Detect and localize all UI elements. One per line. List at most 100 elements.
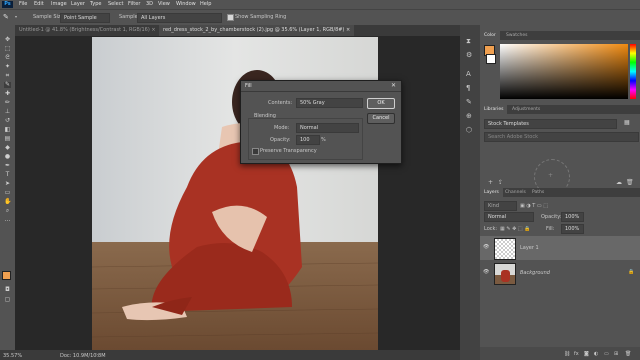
menu-image[interactable]: Image xyxy=(51,1,67,7)
opacity-input[interactable]: 100 xyxy=(296,135,320,145)
type-tool-icon[interactable]: T xyxy=(4,172,11,178)
zoom-level[interactable]: 35.57% xyxy=(3,353,22,359)
layer-style-icon[interactable]: fx xyxy=(574,351,579,357)
close-icon[interactable]: ✕ xyxy=(391,82,396,89)
eraser-tool-icon[interactable]: ◧ xyxy=(4,127,11,133)
gradient-tool-icon[interactable]: ▤ xyxy=(4,136,11,142)
background-swatch[interactable] xyxy=(486,54,496,64)
opacity-label: Opacity: xyxy=(270,137,291,143)
shape-tool-icon[interactable]: ▭ xyxy=(4,190,11,196)
library-grid-icon[interactable]: ▦ xyxy=(624,119,630,126)
dialog-title: Fill xyxy=(245,83,252,89)
layer-name[interactable]: Layer 1 xyxy=(520,245,539,251)
menu-help[interactable]: Help xyxy=(200,1,211,7)
paragraph-icon[interactable]: ¶ xyxy=(466,84,470,92)
library-search-input[interactable]: Search Adobe Stock xyxy=(484,132,639,142)
right-panels: Color Swatches Libraries Adjustments Sto… xyxy=(480,25,640,360)
menu-view[interactable]: View xyxy=(158,1,170,7)
lasso-tool-icon[interactable]: ᘓ xyxy=(4,55,11,61)
brush-tool-icon[interactable]: ✏ xyxy=(4,100,11,106)
eye-icon[interactable]: 👁 xyxy=(483,269,489,275)
show-sampling-ring-checkbox[interactable] xyxy=(227,14,234,21)
adjustment-layer-icon[interactable]: ◐ xyxy=(594,351,598,357)
crop-tool-icon[interactable]: ⌗ xyxy=(4,73,11,79)
history-icon[interactable]: ⧗ xyxy=(466,37,471,46)
history-brush-icon[interactable]: ↺ xyxy=(4,118,11,124)
link-layers-icon[interactable]: ⛓ xyxy=(564,351,570,357)
sample-select[interactable]: All Layers xyxy=(137,13,222,23)
layer-opacity-input[interactable]: 100% xyxy=(561,212,584,222)
contents-select[interactable]: 50% Gray xyxy=(296,98,363,108)
blur-tool-icon[interactable]: ◆ xyxy=(4,145,11,151)
upload-icon[interactable]: ⇪ xyxy=(498,179,503,186)
layer-name[interactable]: Background xyxy=(520,270,550,276)
tab-red-dress[interactable]: red_dress_stock_2_by_chamberstock (2).jp… xyxy=(159,25,355,36)
brush-settings-icon[interactable]: ✎ xyxy=(466,98,472,106)
clone-source-icon[interactable]: ⊕ xyxy=(466,112,472,120)
healing-brush-icon[interactable]: ✚ xyxy=(4,91,11,97)
color-field[interactable] xyxy=(500,44,628,99)
eye-icon[interactable]: 👁 xyxy=(483,244,489,250)
menu-3d[interactable]: 3D xyxy=(146,1,153,7)
pen-tool-icon[interactable]: ✒ xyxy=(4,163,11,169)
hue-slider[interactable] xyxy=(630,44,636,99)
screen-mode-icon[interactable]: ▢ xyxy=(4,297,11,303)
new-layer-icon[interactable]: ⊞ xyxy=(614,351,618,357)
menu-type[interactable]: Type xyxy=(90,1,101,7)
layer-mask-icon[interactable]: ◙ xyxy=(584,351,589,357)
tool-preset-chevron-icon[interactable]: ▾ xyxy=(15,14,17,19)
tab-swatches[interactable]: Swatches xyxy=(502,31,532,40)
mode-select[interactable]: Normal xyxy=(296,123,359,133)
fill-dialog: Fill ✕ Contents: 50% Gray OK Cancel Blen… xyxy=(240,80,402,164)
library-select[interactable]: Stock Templates xyxy=(484,119,617,129)
tab-color[interactable]: Color xyxy=(480,31,500,40)
properties-icon[interactable]: ⚙ xyxy=(466,51,472,59)
menu-filter[interactable]: Filter xyxy=(128,1,140,7)
cancel-button[interactable]: Cancel xyxy=(367,113,395,124)
eyedropper-icon[interactable]: ✎ xyxy=(4,82,11,88)
menu-select[interactable]: Select xyxy=(108,1,123,7)
layer-row-layer-1[interactable]: 👁 Layer 1 xyxy=(480,236,640,260)
status-bar: 35.57% Doc: 10.9M/10.8M › xyxy=(0,350,460,360)
menu-bar: Ps File Edit Image Layer Type Select Fil… xyxy=(0,0,640,9)
status-arrow-icon[interactable]: › xyxy=(96,352,98,358)
marquee-tool-icon[interactable]: ⬚ xyxy=(4,46,11,52)
clone-stamp-icon[interactable]: ⊥ xyxy=(4,109,11,115)
menu-layer[interactable]: Layer xyxy=(71,1,85,7)
move-tool-icon[interactable]: ✥ xyxy=(4,37,11,43)
menu-edit[interactable]: Edit xyxy=(34,1,44,7)
layer-blend-mode[interactable]: Normal xyxy=(484,212,534,222)
path-select-icon[interactable]: ➤ xyxy=(4,181,11,187)
menu-window[interactable]: Window xyxy=(176,1,196,7)
dodge-tool-icon[interactable]: ● xyxy=(4,154,11,160)
quick-mask-icon[interactable]: ◘ xyxy=(4,287,11,293)
more-tools-icon[interactable]: … xyxy=(4,217,11,223)
zoom-tool-icon[interactable]: ⌕ xyxy=(4,208,11,214)
layer-filter-icons[interactable]: ▣ ◑ T ▭ ⬚ xyxy=(520,203,548,209)
foreground-color-swatch[interactable] xyxy=(2,271,11,280)
quick-select-tool-icon[interactable]: ✦ xyxy=(4,64,11,70)
tab-layers[interactable]: Layers xyxy=(480,188,503,197)
tab-channels[interactable]: Channels xyxy=(501,188,530,197)
new-group-icon[interactable]: ▭ xyxy=(604,351,609,357)
layer-kind-filter[interactable]: Kind xyxy=(484,201,517,211)
add-content-icon[interactable]: + xyxy=(488,179,493,186)
tab-untitled-1[interactable]: Untitled-1 @ 41.8% (Brightness/Contrast … xyxy=(15,25,160,36)
preserve-transparency-checkbox[interactable] xyxy=(252,148,259,155)
delete-layer-icon[interactable]: 🗑 xyxy=(625,351,631,357)
layer-row-background[interactable]: 👁 Background 🔒 xyxy=(480,261,640,285)
3d-icon[interactable]: ⬡ xyxy=(466,126,472,134)
lock-icons[interactable]: ▦ ✎ ✥ ⬚ 🔒 xyxy=(500,226,530,232)
sample-size-select[interactable]: Point Sample xyxy=(60,13,110,23)
layer-fill-input[interactable]: 100% xyxy=(561,224,584,234)
tab-adjustments[interactable]: Adjustments xyxy=(508,105,544,114)
hand-tool-icon[interactable]: ✋ xyxy=(4,199,11,205)
tab-paths[interactable]: Paths xyxy=(528,188,548,197)
character-icon[interactable]: A xyxy=(466,70,471,78)
cloud-icon[interactable]: ☁ xyxy=(616,179,622,186)
library-trash-icon[interactable]: 🗑 xyxy=(626,179,634,186)
menu-file[interactable]: File xyxy=(19,1,27,7)
eyedropper-tool-icon[interactable]: ✎ xyxy=(3,13,9,21)
tab-libraries[interactable]: Libraries xyxy=(480,105,508,114)
ok-button[interactable]: OK xyxy=(367,98,395,109)
